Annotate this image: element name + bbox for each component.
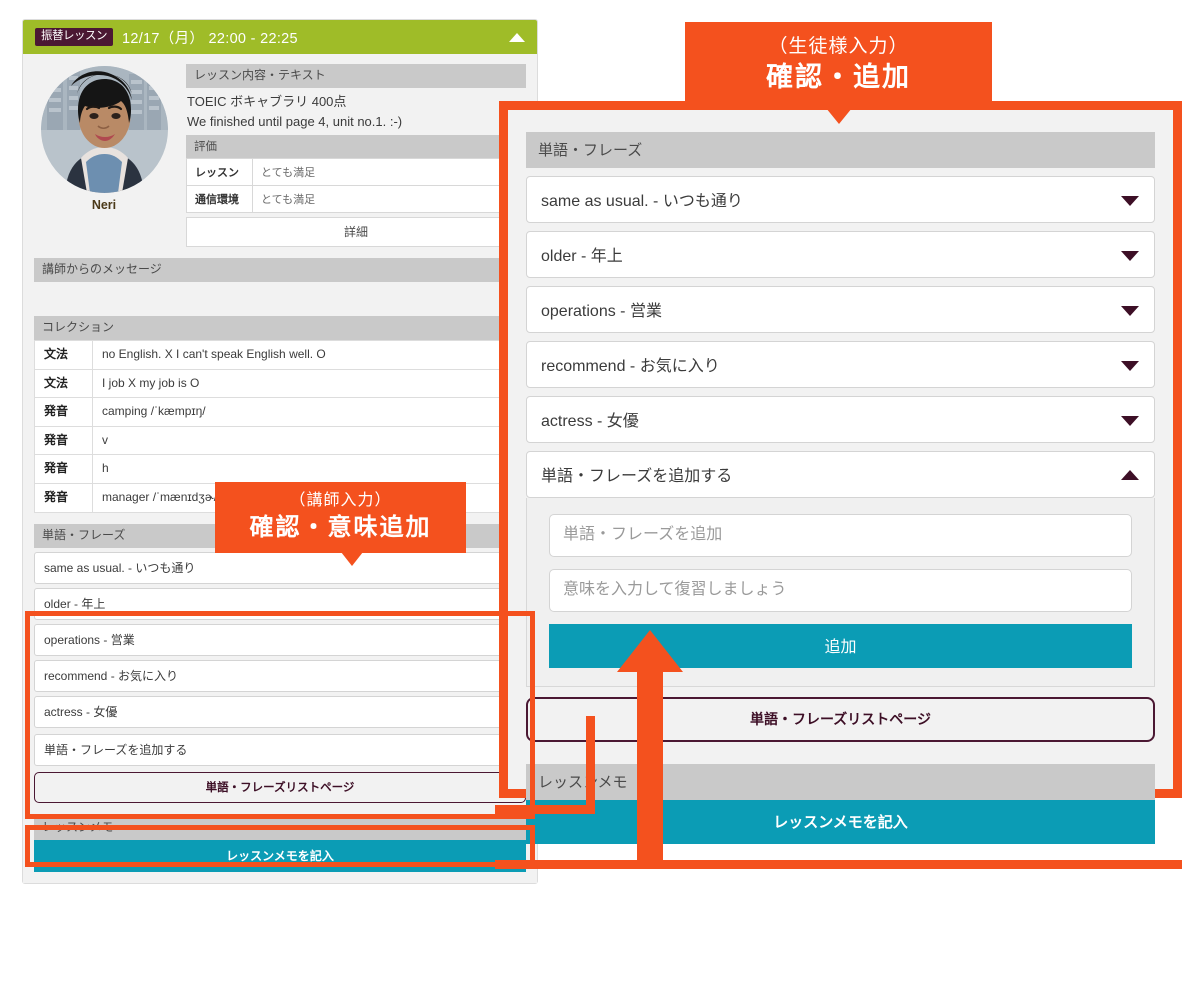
add-word-toggle[interactable]: 単語・フレーズを追加する — [34, 733, 526, 766]
lesson-content-heading: レッスン内容・テキスト — [186, 64, 526, 88]
collection-heading: コレクション — [34, 316, 526, 340]
screenshot-root: 振替レッスン 12/17（月） 22:00 - 22:25 Neri レッスン内… — [0, 0, 1182, 995]
teacher-input-callout: （講師入力） 確認・意味追加 — [215, 482, 466, 566]
collection-category: 発音 — [34, 482, 93, 513]
list-item[interactable]: actress - 女優 — [526, 396, 1155, 443]
list-item[interactable]: older - 年上 — [34, 587, 526, 620]
add-word-toggle-label: 単語・フレーズを追加する — [44, 742, 188, 757]
list-item[interactable]: same as usual. - いつも通り — [526, 176, 1155, 223]
student-callout-line2: 確認・追加 — [766, 61, 911, 92]
lesson-content-text: TOEIC ボキャブラリ 400点 We finished until page… — [186, 88, 526, 135]
collection-text: camping /ˈkæmpɪŋ/ — [92, 397, 526, 427]
detail-button[interactable]: 詳細 — [186, 217, 526, 247]
detail-panel-inner: 単語・フレーズ same as usual. - いつも通り older - 年… — [508, 110, 1173, 844]
word-list-page-button[interactable]: 単語・フレーズリストページ — [34, 771, 526, 803]
collection-text: h — [92, 454, 526, 484]
student-callout-line1: （生徒様入力） — [768, 36, 909, 57]
memo-heading: レッスンメモ — [34, 815, 526, 840]
collection-text: v — [92, 425, 526, 456]
write-memo-button[interactable]: レッスンメモを記入 — [526, 800, 1155, 844]
word-label: same as usual. - いつも通り — [541, 193, 743, 210]
word-label: older - 年上 — [44, 596, 106, 611]
evaluation-value: とても満足 — [252, 158, 526, 186]
table-row: 発音 h — [34, 454, 526, 484]
word-label: recommend - お気に入り — [541, 358, 720, 375]
word-label: recommend - お気に入り — [44, 668, 179, 683]
list-item[interactable]: recommend - お気に入り — [34, 659, 526, 692]
teacher-name: Neri — [91, 198, 117, 212]
word-label: operations - 営業 — [541, 303, 662, 320]
list-item[interactable]: operations - 営業 — [34, 623, 526, 656]
evaluation-heading: 評価 — [186, 135, 526, 158]
connector-bar-bottom — [495, 860, 1182, 869]
chevron-up-icon[interactable] — [1121, 469, 1139, 480]
chevron-down-icon[interactable] — [1121, 195, 1139, 206]
add-word-input[interactable] — [549, 514, 1132, 557]
add-word-form: 追加 — [526, 498, 1155, 687]
lesson-type-badge: 振替レッスン — [35, 28, 113, 46]
table-row: 文法 I job X my job is O — [34, 368, 526, 399]
chevron-down-icon[interactable] — [1121, 250, 1139, 261]
collection-category: 文法 — [34, 340, 93, 370]
callout-tail — [826, 107, 852, 124]
chevron-down-icon[interactable] — [1121, 305, 1139, 316]
word-label: same as usual. - いつも通り — [44, 560, 196, 575]
table-row: 文法 no English. X I can't speak English w… — [34, 340, 526, 370]
word-label: actress - 女優 — [541, 413, 639, 430]
teacher-message-heading: 講師からのメッセージ — [34, 258, 526, 282]
list-item[interactable]: older - 年上 — [526, 231, 1155, 278]
collection-category: 発音 — [34, 425, 93, 456]
evaluation-table: レッスン とても満足 通信環境 とても満足 — [186, 158, 526, 213]
lesson-card-body: Neri レッスン内容・テキスト TOEIC ボキャブラリ 400点 We fi… — [23, 54, 537, 883]
profile-row: Neri レッスン内容・テキスト TOEIC ボキャブラリ 400点 We fi… — [34, 64, 526, 247]
list-item[interactable]: recommend - お気に入り — [526, 341, 1155, 388]
add-submit-button[interactable]: 追加 — [549, 624, 1132, 668]
table-row: 通信環境 とても満足 — [186, 185, 526, 213]
lesson-card: 振替レッスン 12/17（月） 22:00 - 22:25 Neri レッスン内… — [22, 19, 538, 884]
teacher-message-body — [34, 282, 526, 308]
list-item[interactable]: same as usual. - いつも通り — [34, 551, 526, 584]
lesson-datetime: 12/17（月） 22:00 - 22:25 — [122, 30, 298, 47]
caret-up-icon[interactable] — [509, 32, 525, 42]
lesson-card-header[interactable]: 振替レッスン 12/17（月） 22:00 - 22:25 — [23, 20, 537, 54]
write-memo-button[interactable]: レッスンメモを記入 — [34, 839, 526, 872]
word-label: older - 年上 — [541, 248, 623, 265]
list-item[interactable]: operations - 営業 — [526, 286, 1155, 333]
add-word-toggle-label: 単語・フレーズを追加する — [541, 468, 733, 485]
lesson-content-line1: TOEIC ボキャブラリ 400点 — [187, 94, 347, 109]
detail-panel: 単語・フレーズ same as usual. - いつも通り older - 年… — [499, 101, 1182, 844]
chevron-down-icon[interactable] — [1121, 415, 1139, 426]
list-item[interactable]: actress - 女優 — [34, 695, 526, 728]
lesson-info-column: レッスン内容・テキスト TOEIC ボキャブラリ 400点 We finishe… — [186, 64, 526, 247]
add-meaning-input[interactable] — [549, 569, 1132, 612]
collection-text: I job X my job is O — [92, 368, 526, 399]
collection-category: 発音 — [34, 397, 93, 427]
detail-words-heading: 単語・フレーズ — [526, 132, 1155, 168]
collection-text: no English. X I can't speak English well… — [92, 340, 526, 370]
chevron-down-icon[interactable] — [1121, 360, 1139, 371]
callout-tail — [341, 551, 363, 566]
teacher-callout-line1: （講師入力） — [289, 492, 392, 509]
word-list-page-button[interactable]: 単語・フレーズリストページ — [526, 697, 1155, 742]
table-row: レッスン とても満足 — [186, 158, 526, 186]
teacher-callout-line2: 確認・意味追加 — [249, 513, 432, 541]
evaluation-label: 通信環境 — [186, 185, 253, 213]
evaluation-value: とても満足 — [252, 185, 526, 213]
collection-category: 文法 — [34, 368, 93, 399]
lesson-content-line2: We finished until page 4, unit no.1. :-) — [187, 113, 403, 129]
add-word-toggle[interactable]: 単語・フレーズを追加する — [526, 451, 1155, 498]
collection-category: 発音 — [34, 454, 93, 484]
student-input-callout: （生徒様入力） 確認・追加 — [685, 22, 992, 124]
word-label: operations - 営業 — [44, 632, 135, 647]
teacher-avatar — [40, 66, 168, 193]
word-label: actress - 女優 — [44, 704, 118, 719]
teacher-profile: Neri — [34, 64, 174, 247]
table-row: 発音 v — [34, 425, 526, 456]
evaluation-label: レッスン — [186, 158, 253, 186]
memo-heading: レッスンメモ — [526, 764, 1155, 800]
table-row: 発音 camping /ˈkæmpɪŋ/ — [34, 397, 526, 427]
